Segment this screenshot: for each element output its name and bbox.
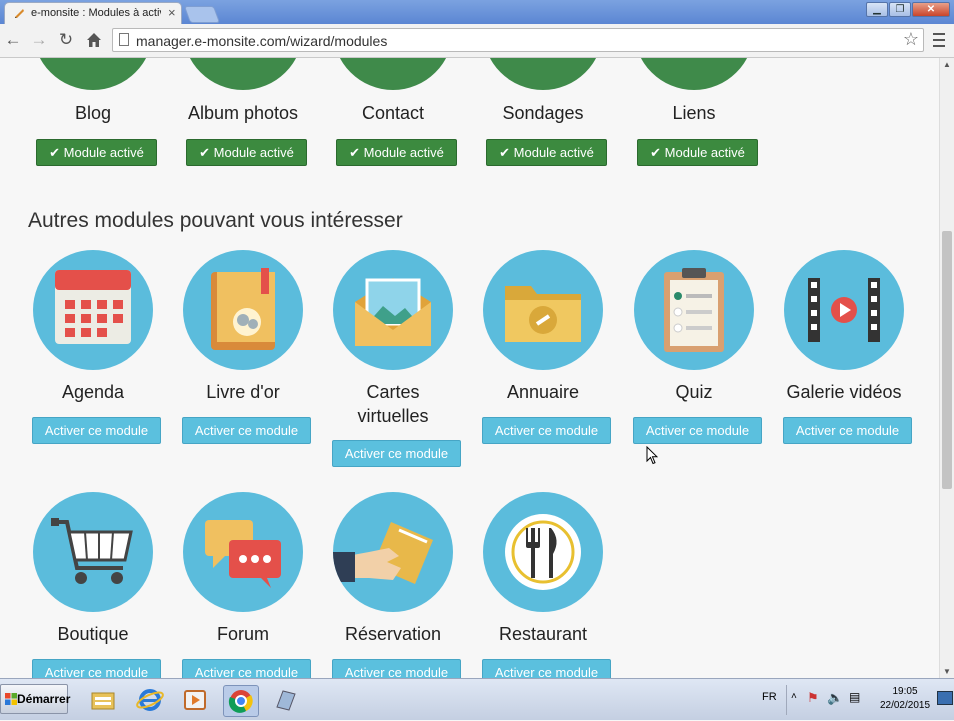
ticket-hand-icon — [333, 492, 453, 612]
show-desktop-icon[interactable] — [937, 691, 953, 705]
address-bar[interactable]: manager.e-monsite.com/wizard/modules ☆ — [112, 28, 924, 52]
section-title-other-modules: Autres modules pouvant vous intéresser — [28, 209, 403, 232]
media-player-icon[interactable] — [178, 685, 212, 715]
activate-module-button[interactable]: Activer ce module — [182, 659, 311, 678]
bookmark-star-icon[interactable]: ☆ — [903, 29, 919, 50]
activate-module-button[interactable]: Activer ce module — [32, 659, 161, 678]
activate-module-button[interactable]: Activer ce module — [633, 417, 762, 444]
home-icon[interactable] — [83, 29, 105, 51]
module-activated-button[interactable]: ✔ Module activé — [186, 139, 307, 166]
folder-link-icon — [483, 250, 603, 370]
new-tab-button[interactable] — [183, 6, 221, 23]
module-name: Livre d'or — [206, 382, 280, 402]
envelope-card-icon — [333, 250, 453, 370]
system-tray: ˄ ⚑ 🔈 ▤ — [786, 685, 877, 715]
network-icon[interactable]: ▤ — [849, 690, 860, 704]
module-activated-button[interactable]: ✔ Module activé — [637, 139, 758, 166]
module-name: Blog — [74, 103, 112, 123]
check-circle-icon: ✔ — [650, 145, 662, 160]
tab-close-icon[interactable]: × — [168, 5, 176, 20]
window-titlebar: e-monsite : Modules à activer × ▁ ❐ ✕ — [0, 0, 954, 24]
plate-cutlery-icon — [483, 492, 603, 612]
module-name: Album photos — [187, 103, 299, 123]
scroll-down-arrow-icon[interactable]: ▼ — [943, 667, 951, 676]
activate-module-button[interactable]: Activer ce module — [783, 417, 912, 444]
scroll-up-arrow-icon[interactable]: ▲ — [943, 60, 951, 69]
calendar-icon — [33, 250, 153, 370]
clock-time[interactable]: 19:05 — [880, 686, 930, 697]
internet-explorer-icon[interactable] — [133, 685, 167, 715]
reload-icon[interactable]: ↻ — [55, 29, 77, 51]
module-name: Sondages — [502, 103, 584, 123]
start-label: Démarrer — [17, 692, 71, 706]
module-icon-circle — [33, 58, 153, 90]
minimize-button[interactable]: ▁ — [866, 2, 888, 17]
url-text: manager.e-monsite.com/wizard/modules — [136, 33, 388, 49]
browser-tab[interactable]: e-monsite : Modules à activer × — [4, 2, 182, 24]
shopping-cart-icon — [33, 492, 153, 612]
module-activated-label: Module activé — [363, 145, 444, 160]
volume-icon[interactable]: 🔈 — [827, 690, 843, 706]
module-name: Forum — [216, 624, 269, 644]
module-activated-label: Module activé — [664, 145, 745, 160]
video-film-icon — [784, 250, 904, 370]
module-icon-circle — [333, 58, 453, 90]
module-name: Liens — [672, 103, 716, 123]
check-circle-icon: ✔ — [199, 145, 211, 160]
check-circle-icon: ✔ — [49, 145, 61, 160]
guestbook-icon — [183, 250, 303, 370]
start-button[interactable]: Démarrer — [0, 684, 71, 714]
module-activated-label: Module activé — [213, 145, 294, 160]
close-window-button[interactable]: ✕ — [912, 2, 950, 17]
module-name: Réservation — [344, 624, 442, 644]
page-icon — [119, 33, 129, 46]
forward-arrow-icon[interactable]: → — [28, 29, 50, 51]
module-activated-button[interactable]: ✔ Module activé — [336, 139, 457, 166]
clock-date[interactable]: 22/02/2015 — [876, 700, 934, 711]
chat-bubbles-icon — [183, 492, 303, 612]
module-activated-label: Module activé — [63, 145, 144, 160]
activate-module-button[interactable]: Activer ce module — [332, 440, 461, 467]
module-icon-circle — [483, 58, 603, 90]
module-name: Galerie vidéos — [786, 382, 902, 402]
module-name: Agenda — [61, 382, 125, 402]
back-arrow-icon[interactable]: ← — [2, 29, 24, 51]
mouse-cursor-icon — [646, 446, 658, 465]
module-name: Restaurant — [498, 624, 588, 644]
chrome-taskbar-icon[interactable] — [223, 685, 259, 717]
activate-module-button[interactable]: Activer ce module — [32, 417, 161, 444]
module-name: Annuaire — [506, 382, 580, 402]
module-name: Boutique — [57, 624, 129, 644]
tab-title: e-monsite : Modules à activer — [31, 7, 161, 19]
scrollbar-thumb[interactable] — [942, 231, 952, 489]
clipboard-quiz-icon — [634, 250, 754, 370]
e-monsite-favicon-icon — [15, 9, 24, 18]
module-name: Contact — [361, 103, 425, 123]
module-icon-circle — [183, 58, 303, 90]
page-scrollbar[interactable]: ▲ ▼ — [939, 58, 954, 678]
activate-module-button[interactable]: Activer ce module — [332, 659, 461, 678]
tray-expand-icon[interactable]: ˄ — [791, 691, 797, 702]
language-indicator[interactable]: FR — [762, 691, 777, 703]
maximize-button[interactable]: ❐ — [889, 2, 911, 17]
module-activated-label: Module activé — [513, 145, 594, 160]
check-circle-icon: ✔ — [499, 145, 511, 160]
activate-module-button[interactable]: Activer ce module — [482, 417, 611, 444]
action-center-flag-icon[interactable]: ⚑ — [807, 690, 819, 706]
module-name: Cartes virtuelles — [357, 382, 429, 426]
module-activated-button[interactable]: ✔ Module activé — [36, 139, 157, 166]
browser-toolbar: ← → ↻ manager.e-monsite.com/wizard/modul… — [0, 24, 954, 58]
notepad-icon[interactable] — [268, 685, 302, 715]
page-viewport: Blog ✔ Module activé Album photos ✔ Module … — [0, 58, 938, 678]
activate-module-button[interactable]: Activer ce module — [482, 659, 611, 678]
module-activated-button[interactable]: ✔ Module activé — [486, 139, 607, 166]
chrome-menu-icon[interactable] — [930, 29, 948, 51]
file-explorer-icon[interactable] — [86, 685, 120, 715]
windows-taskbar: Démarrer FR ˄ ⚑ 🔈 ▤ 19:05 22/02/2015 — [0, 678, 954, 720]
module-name: Quiz — [675, 382, 713, 402]
check-circle-icon: ✔ — [349, 145, 361, 160]
windows-logo-icon — [5, 693, 17, 705]
activate-module-button[interactable]: Activer ce module — [182, 417, 311, 444]
module-icon-circle — [634, 58, 754, 90]
